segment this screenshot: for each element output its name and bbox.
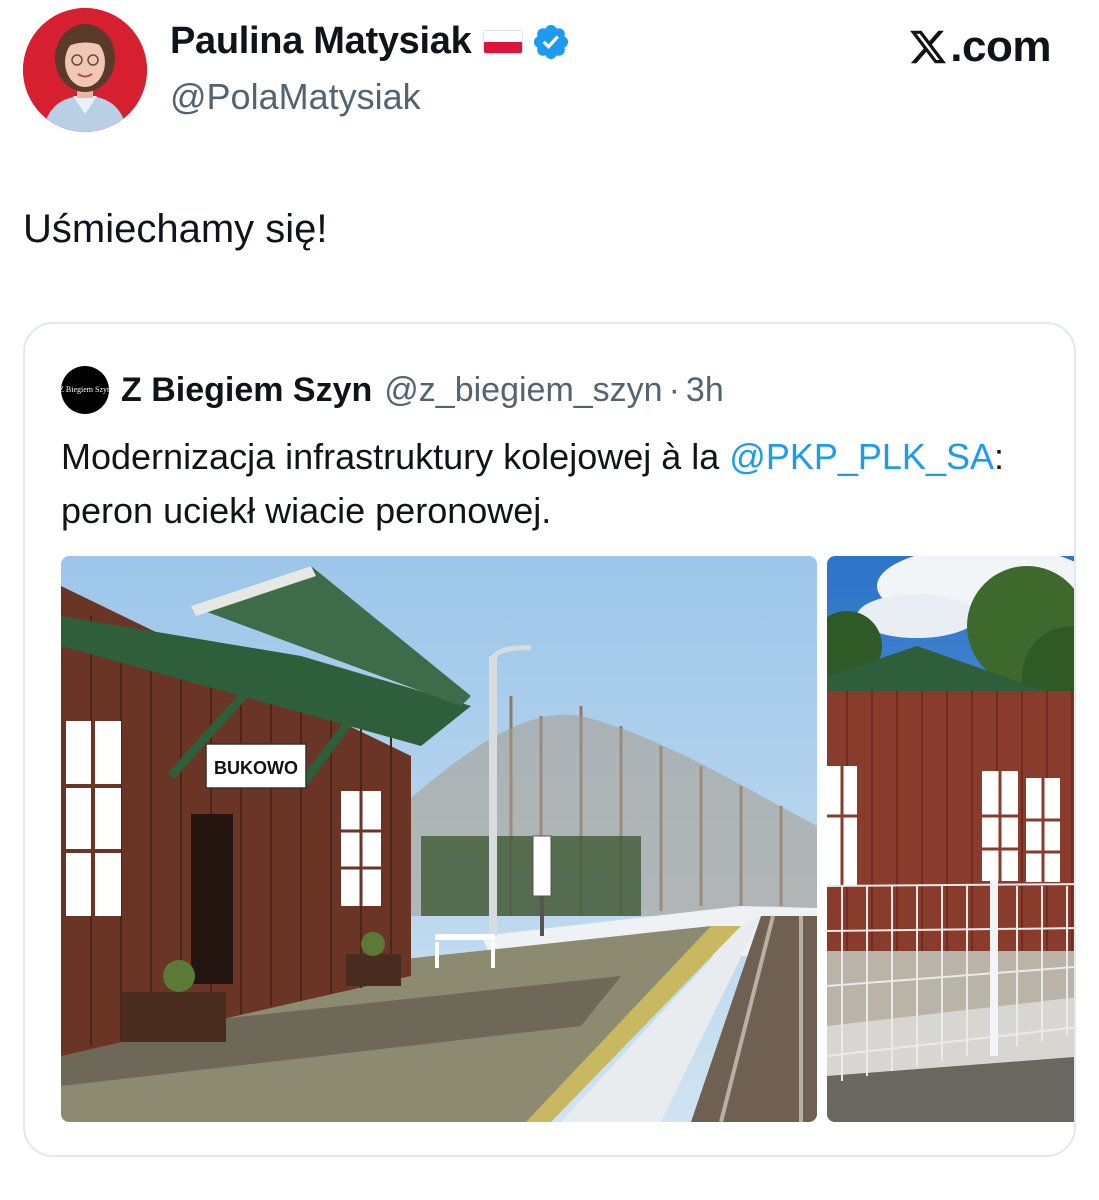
quoted-photo-1[interactable]: BUKOWO — [61, 556, 817, 1122]
quoted-author-avatar[interactable]: Z Biegiem Szyn — [59, 366, 111, 414]
author-display-name[interactable]: Paulina Matysiak — [170, 20, 571, 63]
author-handle[interactable]: @PolaMatysiak — [170, 76, 421, 118]
site-label: .com — [950, 22, 1051, 71]
separator-dot: · — [668, 370, 680, 409]
x-logo-icon — [910, 30, 947, 64]
poland-flag-icon — [483, 29, 524, 54]
author-avatar[interactable] — [23, 8, 147, 132]
quoted-tweet-header: Z Biegiem Szyn Z Biegiem Szyn @z_biegiem… — [59, 366, 724, 414]
mention-link[interactable]: @PKP_PLK_SA — [729, 436, 994, 477]
author-name-text: Paulina Matysiak — [170, 20, 472, 62]
quoted-tweet-card[interactable]: Z Biegiem Szyn Z Biegiem Szyn @z_biegiem… — [23, 322, 1076, 1157]
tweet-text: Uśmiechamy się! — [23, 207, 328, 251]
x-com-watermark: .com — [908, 22, 1051, 72]
verified-badge-icon — [534, 24, 569, 59]
quoted-author-handle[interactable]: @z_biegiem_szyn — [384, 371, 662, 410]
station-sign-text: BUKOWO — [214, 758, 298, 778]
quoted-text-before: Modernizacja infrastruktury kolejowej à … — [61, 436, 730, 477]
quoted-author-name[interactable]: Z Biegiem Szyn — [121, 371, 372, 410]
quoted-photo-2[interactable] — [827, 556, 1074, 1122]
quoted-tweet-time[interactable]: 3h — [686, 371, 724, 410]
quoted-tweet-text: Modernizacja infrastruktury kolejowej à … — [61, 430, 1051, 538]
